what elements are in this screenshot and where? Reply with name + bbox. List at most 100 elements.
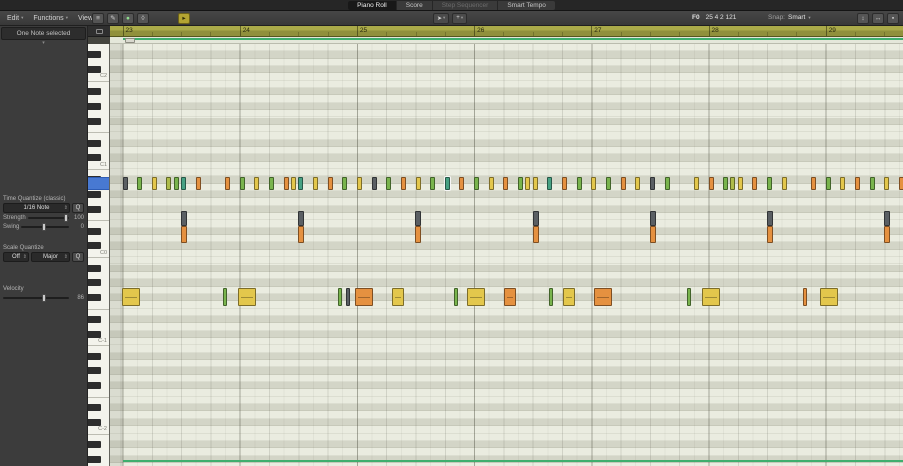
midi-note[interactable] [532, 177, 538, 190]
scale-root-select[interactable]: Off ⇕ [3, 252, 29, 262]
midi-note[interactable] [803, 288, 807, 306]
note-grid[interactable] [110, 44, 903, 466]
midi-note[interactable] [474, 177, 480, 190]
midi-note[interactable] [342, 177, 348, 190]
command-click-tool-select[interactable]: + ▾ [452, 12, 468, 24]
midi-note[interactable] [283, 177, 289, 190]
midi-note[interactable] [576, 177, 582, 190]
midi-note[interactable] [459, 177, 465, 190]
midi-note[interactable] [181, 226, 187, 243]
midi-note[interactable] [869, 177, 875, 190]
black-key[interactable] [88, 352, 101, 360]
black-key[interactable] [88, 382, 101, 390]
midi-note[interactable] [444, 177, 450, 190]
midi-in-icon[interactable]: ● [122, 12, 134, 24]
black-key[interactable] [88, 367, 101, 375]
region-handle[interactable] [125, 38, 135, 43]
midi-note[interactable] [181, 211, 187, 226]
midi-note[interactable] [223, 288, 227, 306]
left-click-tool-select[interactable]: ➤ ▾ [433, 12, 450, 24]
velocity-slider[interactable] [3, 294, 69, 302]
midi-note[interactable] [635, 177, 641, 190]
midi-note[interactable] [737, 177, 743, 190]
eraser-tool-icon[interactable]: ◊ [137, 12, 149, 24]
midi-note[interactable] [173, 177, 179, 190]
midi-note[interactable] [503, 177, 509, 190]
midi-note[interactable] [312, 177, 318, 190]
midi-note[interactable] [563, 288, 575, 306]
snap-control[interactable]: Snap: Smart ▾ [768, 14, 811, 21]
midi-note[interactable] [298, 211, 305, 226]
midi-note[interactable] [549, 288, 553, 306]
auto-zoom-vertical-icon[interactable]: ↕ [857, 12, 869, 24]
midi-note[interactable] [504, 288, 516, 306]
midi-note[interactable] [238, 288, 256, 306]
midi-note[interactable] [649, 226, 656, 243]
black-key[interactable] [88, 102, 101, 110]
black-key[interactable] [88, 227, 101, 235]
midi-note[interactable] [898, 177, 903, 190]
menu-edit[interactable]: Edit ▾ [2, 15, 28, 22]
tab-piano-roll[interactable]: Piano Roll [348, 0, 397, 10]
black-key[interactable] [88, 315, 101, 323]
midi-note[interactable] [649, 177, 655, 190]
menu-functions[interactable]: Functions ▾ [28, 15, 73, 22]
midi-note[interactable] [532, 211, 539, 226]
midi-note[interactable] [239, 177, 245, 190]
swing-slider[interactable] [21, 223, 69, 231]
midi-note[interactable] [752, 177, 758, 190]
midi-note[interactable] [884, 211, 891, 226]
black-key[interactable] [88, 330, 101, 338]
midi-note[interactable] [181, 177, 187, 190]
midi-note[interactable] [562, 177, 567, 190]
midi-note[interactable] [767, 226, 773, 243]
black-key[interactable] [88, 279, 101, 287]
midi-note[interactable] [269, 177, 274, 190]
tab-score[interactable]: Score [397, 0, 433, 10]
midi-note[interactable] [547, 177, 553, 190]
midi-note[interactable] [338, 288, 342, 306]
midi-note[interactable] [620, 177, 626, 190]
midi-note[interactable] [298, 226, 305, 243]
black-key[interactable] [88, 455, 101, 463]
midi-note[interactable] [664, 177, 670, 190]
tab-step-sequencer[interactable]: Step Sequencer [433, 0, 499, 10]
midi-note[interactable] [386, 177, 392, 190]
midi-note[interactable] [591, 177, 597, 190]
time-quantize-apply-button[interactable]: Q [72, 203, 84, 213]
black-key[interactable] [88, 154, 101, 162]
midi-note[interactable] [488, 177, 494, 190]
midi-note[interactable] [532, 226, 539, 243]
black-key[interactable] [88, 66, 101, 74]
link-icon[interactable] [95, 28, 103, 34]
midi-note[interactable] [825, 177, 831, 190]
midi-note[interactable] [415, 226, 422, 243]
black-key[interactable] [88, 264, 101, 272]
midi-note[interactable] [430, 177, 436, 190]
midi-note[interactable] [525, 177, 531, 190]
midi-note[interactable] [723, 177, 729, 190]
midi-note[interactable] [855, 177, 860, 190]
bar-ruler[interactable]: 23 24 25 26 27 28 29 [110, 26, 903, 37]
black-key[interactable] [88, 88, 101, 96]
black-key[interactable] [88, 51, 101, 59]
midi-note[interactable] [415, 177, 421, 190]
strength-slider-thumb[interactable] [64, 214, 69, 222]
midi-note[interactable] [884, 226, 891, 243]
stepper-icon[interactable]: ⇕ [64, 204, 68, 213]
black-key[interactable] [88, 205, 101, 213]
time-quantize-select[interactable]: 1/16 Note ⇕ [3, 203, 70, 213]
stepper-icon[interactable]: ⇕ [23, 253, 27, 262]
lock-view-icon[interactable]: ▪ [887, 12, 899, 24]
scale-quantize-apply-button[interactable]: Q [72, 252, 84, 262]
midi-note[interactable] [254, 177, 260, 190]
black-key[interactable] [88, 191, 101, 198]
black-key[interactable] [88, 440, 101, 448]
midi-note[interactable] [605, 177, 611, 190]
midi-note[interactable] [298, 177, 304, 190]
strength-slider[interactable] [27, 214, 69, 222]
midi-note[interactable] [355, 288, 373, 306]
pencil-tool-icon[interactable]: ✎ [107, 12, 119, 24]
midi-note[interactable] [702, 288, 720, 306]
midi-note[interactable] [781, 177, 787, 190]
